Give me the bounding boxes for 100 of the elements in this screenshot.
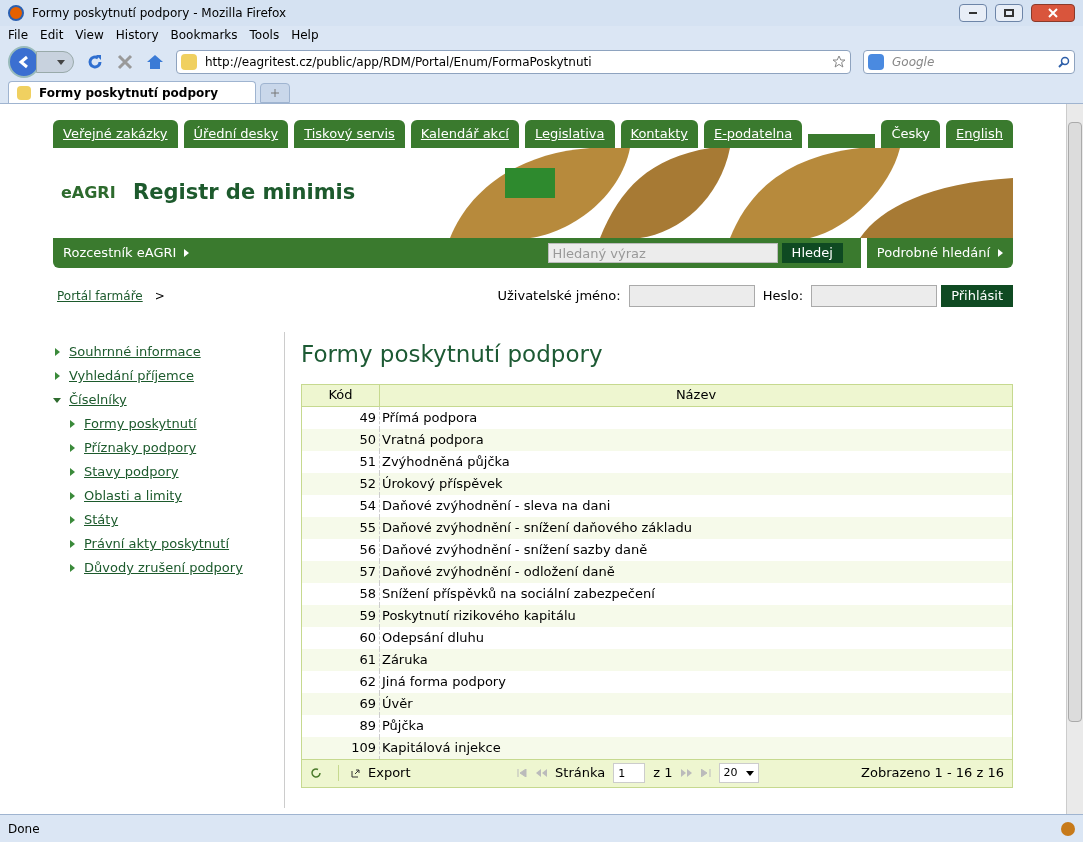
login-button[interactable]: Přihlásit [941, 285, 1013, 307]
caret-right-icon [184, 249, 190, 257]
menu-item[interactable]: Help [291, 26, 319, 44]
top-nav-link[interactable]: Kontakty [620, 120, 698, 148]
home-icon[interactable] [146, 53, 164, 71]
sidebar-link[interactable]: Důvody zrušení podpory [84, 558, 243, 578]
menu-item[interactable]: File [8, 26, 29, 44]
search-field[interactable]: Hledaný výraz [547, 243, 778, 263]
sidebar-link[interactable]: Právní akty poskytnutí [84, 534, 230, 554]
table-cell: 109 [302, 736, 380, 759]
table-cell: 52 [302, 472, 380, 495]
column-header[interactable]: Název [380, 384, 1012, 406]
site-title: Registr de minimis [133, 179, 357, 207]
table-cell: 50 [302, 428, 380, 451]
table-cell-text: Kapitálová injekce [381, 738, 502, 757]
search-button[interactable]: Hledej [781, 243, 843, 263]
reload-icon[interactable] [86, 53, 104, 71]
status-text: Done [8, 820, 41, 838]
table-cell: 59 [302, 604, 380, 627]
close-button[interactable] [1031, 4, 1075, 22]
top-nav-link[interactable]: Legislativa [524, 120, 615, 148]
table-cell-text: Daňové zvýhodnění - snížení daňového základu [381, 518, 693, 537]
page-size-select[interactable]: 20 [718, 763, 759, 783]
sidebar-link[interactable]: Státy [84, 510, 119, 530]
sidebar-link[interactable]: Souhrnné informace [69, 342, 201, 362]
previous-page-icon[interactable] [535, 769, 548, 777]
table-cell-text: Úrokový příspěvek [381, 474, 504, 493]
caret-right-icon [68, 444, 76, 452]
menu-item[interactable]: Tools [249, 26, 280, 44]
menu-item[interactable]: Edit [40, 26, 64, 44]
caret-right-icon [68, 468, 76, 476]
language-link[interactable]: Česky [881, 120, 941, 148]
sidebar-link[interactable]: Formy poskytnutí [84, 414, 197, 434]
menu-item[interactable]: Bookmarks [170, 26, 238, 44]
new-tab-button[interactable] [260, 83, 290, 103]
table-cell-text: Půjčka [381, 716, 425, 735]
table-cell-text: Odepsání dluhu [381, 628, 486, 647]
top-nav-link[interactable]: Kalendář akcí [410, 120, 519, 148]
caret-right-icon [68, 564, 76, 572]
table-cell: 61 [302, 648, 380, 671]
sidebar-link[interactable]: Číselníky [69, 390, 127, 410]
star-icon[interactable] [832, 55, 846, 69]
advanced-search-link[interactable]: Podrobné hledání [860, 238, 1013, 268]
table-cell-text: Přímá podpora [381, 408, 479, 427]
breadcrumb-separator: > [154, 288, 165, 305]
menu-item[interactable]: View [75, 26, 104, 44]
table-cell: 57 [302, 560, 380, 583]
username-field[interactable] [628, 285, 755, 307]
breadcrumb-link[interactable]: Portál farmáře [53, 287, 143, 305]
logo[interactable]: eAGRI [53, 181, 133, 205]
table-cell: 56 [302, 538, 380, 561]
table-cell: 54 [302, 494, 380, 517]
firefox-icon [8, 5, 24, 21]
column-header[interactable]: Kód [302, 384, 380, 406]
caret-right-icon [68, 492, 76, 500]
caret-right-icon [53, 348, 61, 356]
table-cell-text: Vratná podpora [381, 430, 485, 449]
menu-item[interactable]: History [115, 26, 159, 44]
table-cell: 89 [302, 714, 380, 737]
top-nav-link[interactable]: Úřední desky [183, 120, 289, 148]
top-nav-link[interactable]: Veřejné zakázky [53, 120, 178, 148]
bug-icon[interactable] [1061, 821, 1075, 836]
minimize-button[interactable] [959, 4, 987, 22]
maximize-button[interactable] [995, 4, 1023, 22]
search-bar[interactable]: Google [863, 50, 1075, 74]
stop-icon[interactable] [116, 53, 134, 71]
table-cell-text: Daňové zvýhodnění - snížení sazby daně [381, 540, 649, 559]
caret-right-icon [68, 540, 76, 548]
browser-tab[interactable]: Formy poskytnutí podpory [8, 81, 256, 103]
language-link[interactable]: English [946, 120, 1013, 148]
last-page-icon[interactable] [700, 769, 711, 777]
top-nav-link[interactable]: Tiskový servis [294, 120, 405, 148]
password-field[interactable] [811, 285, 938, 307]
caret-right-icon [68, 420, 76, 428]
top-nav-link[interactable]: E-podatelna [703, 120, 803, 148]
password-label: Heslo: [762, 287, 804, 306]
site-icon [181, 54, 197, 70]
table-cell: 60 [302, 626, 380, 649]
sidebar-link[interactable]: Příznaky podpory [84, 438, 197, 458]
plus-icon [271, 89, 279, 97]
first-page-icon[interactable] [517, 769, 528, 777]
table-cell: 49 [302, 406, 380, 429]
caret-down-icon [745, 770, 754, 776]
search-icon[interactable] [1058, 56, 1070, 68]
export-button[interactable]: Export [347, 763, 415, 783]
refresh-icon[interactable] [310, 767, 322, 779]
search-engine-icon[interactable] [868, 54, 884, 70]
rozcestnik-link[interactable]: Rozcestník eAGRI [53, 238, 200, 268]
page-field[interactable]: 1 [613, 763, 646, 783]
table-cell-text: Poskytnutí rizikového kapitálu [381, 606, 577, 625]
table-cell: 62 [302, 670, 380, 693]
sidebar-link[interactable]: Stavy podpory [84, 462, 179, 482]
window-title: Formy poskytnutí podpory - Mozilla Firefox [32, 5, 288, 22]
address-bar[interactable]: http://eagritest.cz/public/app/RDM/Portal/Enum/FormaPoskytnuti [176, 50, 851, 74]
next-page-icon[interactable] [680, 769, 693, 777]
table-cell-text: Zvýhodněná půjčka [381, 452, 511, 471]
caret-down-icon [57, 58, 65, 66]
sidebar-link[interactable]: Oblasti a limity [84, 486, 183, 506]
sidebar-link[interactable]: Vyhledání příjemce [69, 366, 194, 386]
forward-button[interactable] [36, 51, 74, 73]
